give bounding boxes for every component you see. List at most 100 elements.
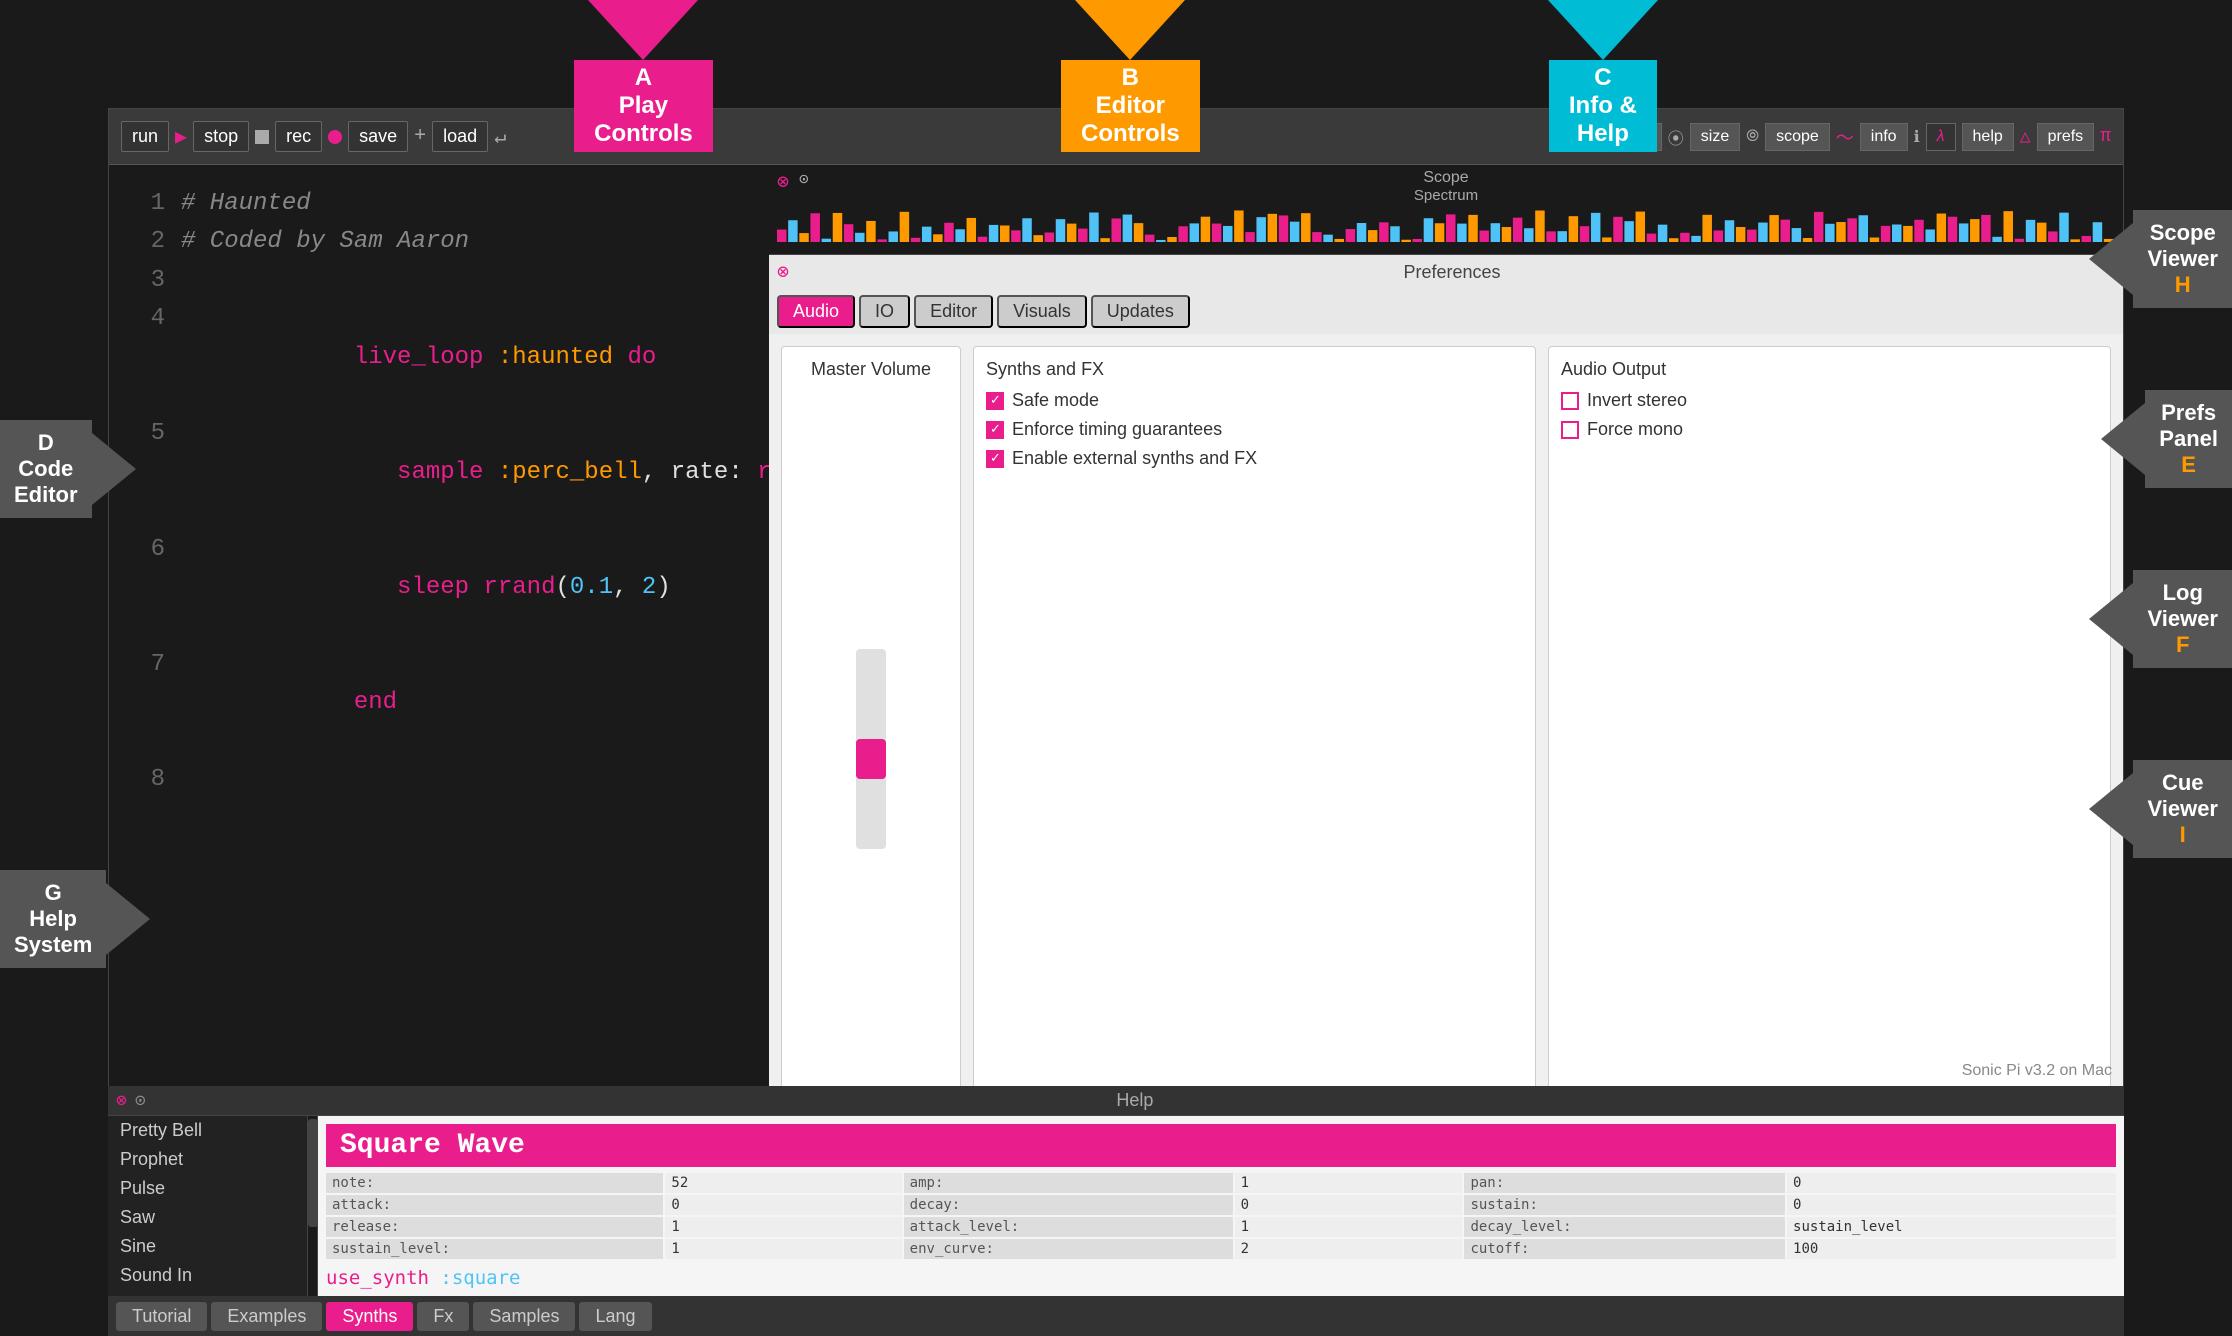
code-text-2: # Coded by Sam Aaron bbox=[181, 223, 469, 261]
version-text: Sonic Pi v3.2 on Mac bbox=[1962, 1062, 2112, 1080]
audio-output-section: Audio Output Invert stereo Force mono bbox=[1548, 346, 2111, 1121]
external-synths-label: Enable external synths and FX bbox=[1012, 448, 1257, 469]
arrow-b-letter: B bbox=[1081, 64, 1180, 92]
line-num-2: 2 bbox=[125, 223, 165, 261]
info-button[interactable]: info bbox=[1860, 123, 1908, 151]
prefs-tab-io[interactable]: IO bbox=[859, 295, 910, 328]
master-volume-title: Master Volume bbox=[811, 359, 931, 380]
tab-examples[interactable]: Examples bbox=[211, 1302, 322, 1331]
arrow-a-letter: A bbox=[594, 64, 693, 92]
rec-button[interactable]: rec bbox=[275, 121, 322, 152]
help-icon: △ bbox=[2020, 126, 2031, 148]
synths-fx-title: Synths and FX bbox=[986, 359, 1523, 380]
safe-mode-label: Safe mode bbox=[1012, 390, 1099, 411]
spectrum-label: Spectrum bbox=[769, 187, 2123, 204]
help-button[interactable]: help bbox=[1962, 123, 2014, 151]
help-header: ⊗ ⊙ Help bbox=[108, 1086, 2124, 1116]
force-mono-checkbox[interactable] bbox=[1561, 421, 1579, 439]
prefs-close-btn[interactable]: ⊗ bbox=[777, 259, 789, 285]
size2-icon: ⦾ bbox=[1746, 128, 1759, 146]
prefs-tab-audio[interactable]: Audio bbox=[777, 295, 855, 328]
timing-checkbox[interactable] bbox=[986, 421, 1004, 439]
help-item-saw[interactable]: Saw bbox=[108, 1203, 307, 1232]
code-area[interactable]: 1 # Haunted 2 # Coded by Sam Aaron 3 4 bbox=[109, 165, 769, 1245]
use-synth-keyword: use_synth bbox=[326, 1267, 429, 1289]
external-synths-row: Enable external synths and FX bbox=[986, 448, 1523, 469]
help-list: Pretty Bell Prophet Pulse Saw Sine Sound… bbox=[108, 1116, 308, 1296]
help-tabs: Tutorial Examples Synths Fx Samples Lang bbox=[108, 1296, 2124, 1336]
help-item-prophet[interactable]: Prophet bbox=[108, 1145, 307, 1174]
stop-button[interactable]: stop bbox=[193, 121, 249, 152]
safe-mode-checkbox[interactable] bbox=[986, 392, 1004, 410]
param-attacklevel-value: 1 bbox=[1235, 1217, 1463, 1237]
run-button[interactable]: run bbox=[121, 121, 169, 152]
lambda-button[interactable]: λ bbox=[1926, 123, 1956, 151]
help-close-circle[interactable]: ⊙ bbox=[135, 1090, 146, 1112]
info-icon: ℹ bbox=[1914, 127, 1920, 147]
synth-name-bar: Square Wave bbox=[326, 1124, 2116, 1167]
param-sustainlevel-value: 1 bbox=[665, 1239, 901, 1259]
invert-stereo-label: Invert stereo bbox=[1587, 390, 1687, 411]
param-decay-value: 0 bbox=[1235, 1195, 1463, 1215]
force-mono-label: Force mono bbox=[1587, 419, 1683, 440]
prefs-header: ⊗ Preferences bbox=[769, 255, 2123, 289]
scope-close-btn[interactable]: ⊗ bbox=[777, 169, 789, 195]
tab-synths[interactable]: Synths bbox=[326, 1302, 413, 1331]
param-sustain-value: 0 bbox=[1787, 1195, 2116, 1215]
size2-button[interactable]: size bbox=[1690, 123, 1740, 151]
arrow-c: C Info & Help bbox=[1548, 0, 1658, 152]
help-item-sine[interactable]: Sine bbox=[108, 1232, 307, 1261]
scope-button[interactable]: scope bbox=[1765, 123, 1830, 151]
code-line-2: 2 # Coded by Sam Aaron bbox=[109, 223, 769, 261]
code-line-6: 6 sleep rrand(0.1, 2) bbox=[109, 531, 769, 646]
help-item-prettybell[interactable]: Pretty Bell bbox=[108, 1116, 307, 1145]
spectrum-display bbox=[769, 204, 2123, 242]
param-attacklevel-label: attack_level: bbox=[904, 1217, 1233, 1237]
volume-handle[interactable] bbox=[856, 739, 886, 779]
param-note-label: note: bbox=[326, 1173, 663, 1193]
code-line-1: 1 # Haunted bbox=[109, 185, 769, 223]
scope-viewer: ⊗ ⊙ Scope Spectrum bbox=[769, 165, 2123, 255]
code-text-5: sample :perc_bell, rate: rrand(-1.5, 1.5… bbox=[181, 415, 769, 530]
code-line-5: 5 sample :perc_bell, rate: rrand(-1.5, 1… bbox=[109, 415, 769, 530]
param-decay-label: decay: bbox=[904, 1195, 1233, 1215]
list-scrollbar[interactable] bbox=[308, 1116, 318, 1296]
code-text-7: end bbox=[181, 646, 397, 761]
tab-lang[interactable]: Lang bbox=[579, 1302, 651, 1331]
play-icon: ▶ bbox=[175, 124, 187, 150]
force-mono-row: Force mono bbox=[1561, 419, 2098, 440]
arrow-a-label2: Controls bbox=[594, 120, 693, 148]
code-line-3: 3 bbox=[109, 262, 769, 300]
prefs-button[interactable]: prefs bbox=[2037, 123, 2095, 151]
load-button[interactable]: load bbox=[432, 121, 488, 152]
scope-second-btn[interactable]: ⊙ bbox=[799, 169, 809, 189]
rec-dot bbox=[328, 130, 342, 144]
code-text-6: sleep rrand(0.1, 2) bbox=[181, 531, 671, 646]
help-close-x[interactable]: ⊗ bbox=[116, 1090, 127, 1112]
arrow-c-letter: C bbox=[1569, 64, 1637, 92]
external-synths-checkbox[interactable] bbox=[986, 450, 1004, 468]
line-num-4: 4 bbox=[125, 300, 165, 415]
load-arrow-icon: ↵ bbox=[494, 124, 506, 150]
prefs-tab-updates[interactable]: Updates bbox=[1091, 295, 1190, 328]
save-button[interactable]: save bbox=[348, 121, 408, 152]
invert-stereo-checkbox[interactable] bbox=[1561, 392, 1579, 410]
param-decaylevel-value: sustain_level bbox=[1787, 1217, 2116, 1237]
tab-samples[interactable]: Samples bbox=[473, 1302, 575, 1331]
code-line-7: 7 end bbox=[109, 646, 769, 761]
side-arrow-e: Prefs Panel E bbox=[2101, 390, 2232, 488]
param-sustain-label: sustain: bbox=[1464, 1195, 1785, 1215]
param-release-value: 1 bbox=[665, 1217, 901, 1237]
prefs-tab-editor[interactable]: Editor bbox=[914, 295, 993, 328]
arrow-c-label2: Help bbox=[1569, 120, 1637, 148]
invert-stereo-row: Invert stereo bbox=[1561, 390, 2098, 411]
line-num-7: 7 bbox=[125, 646, 165, 761]
tab-tutorial[interactable]: Tutorial bbox=[116, 1302, 207, 1331]
volume-slider-track[interactable] bbox=[856, 649, 886, 849]
tab-fx[interactable]: Fx bbox=[417, 1302, 469, 1331]
prefs-title: Preferences bbox=[789, 262, 2115, 283]
use-synth-name: :square bbox=[440, 1267, 520, 1289]
help-item-pulse[interactable]: Pulse bbox=[108, 1174, 307, 1203]
prefs-tab-visuals[interactable]: Visuals bbox=[997, 295, 1087, 328]
help-item-soundin[interactable]: Sound In bbox=[108, 1261, 307, 1290]
